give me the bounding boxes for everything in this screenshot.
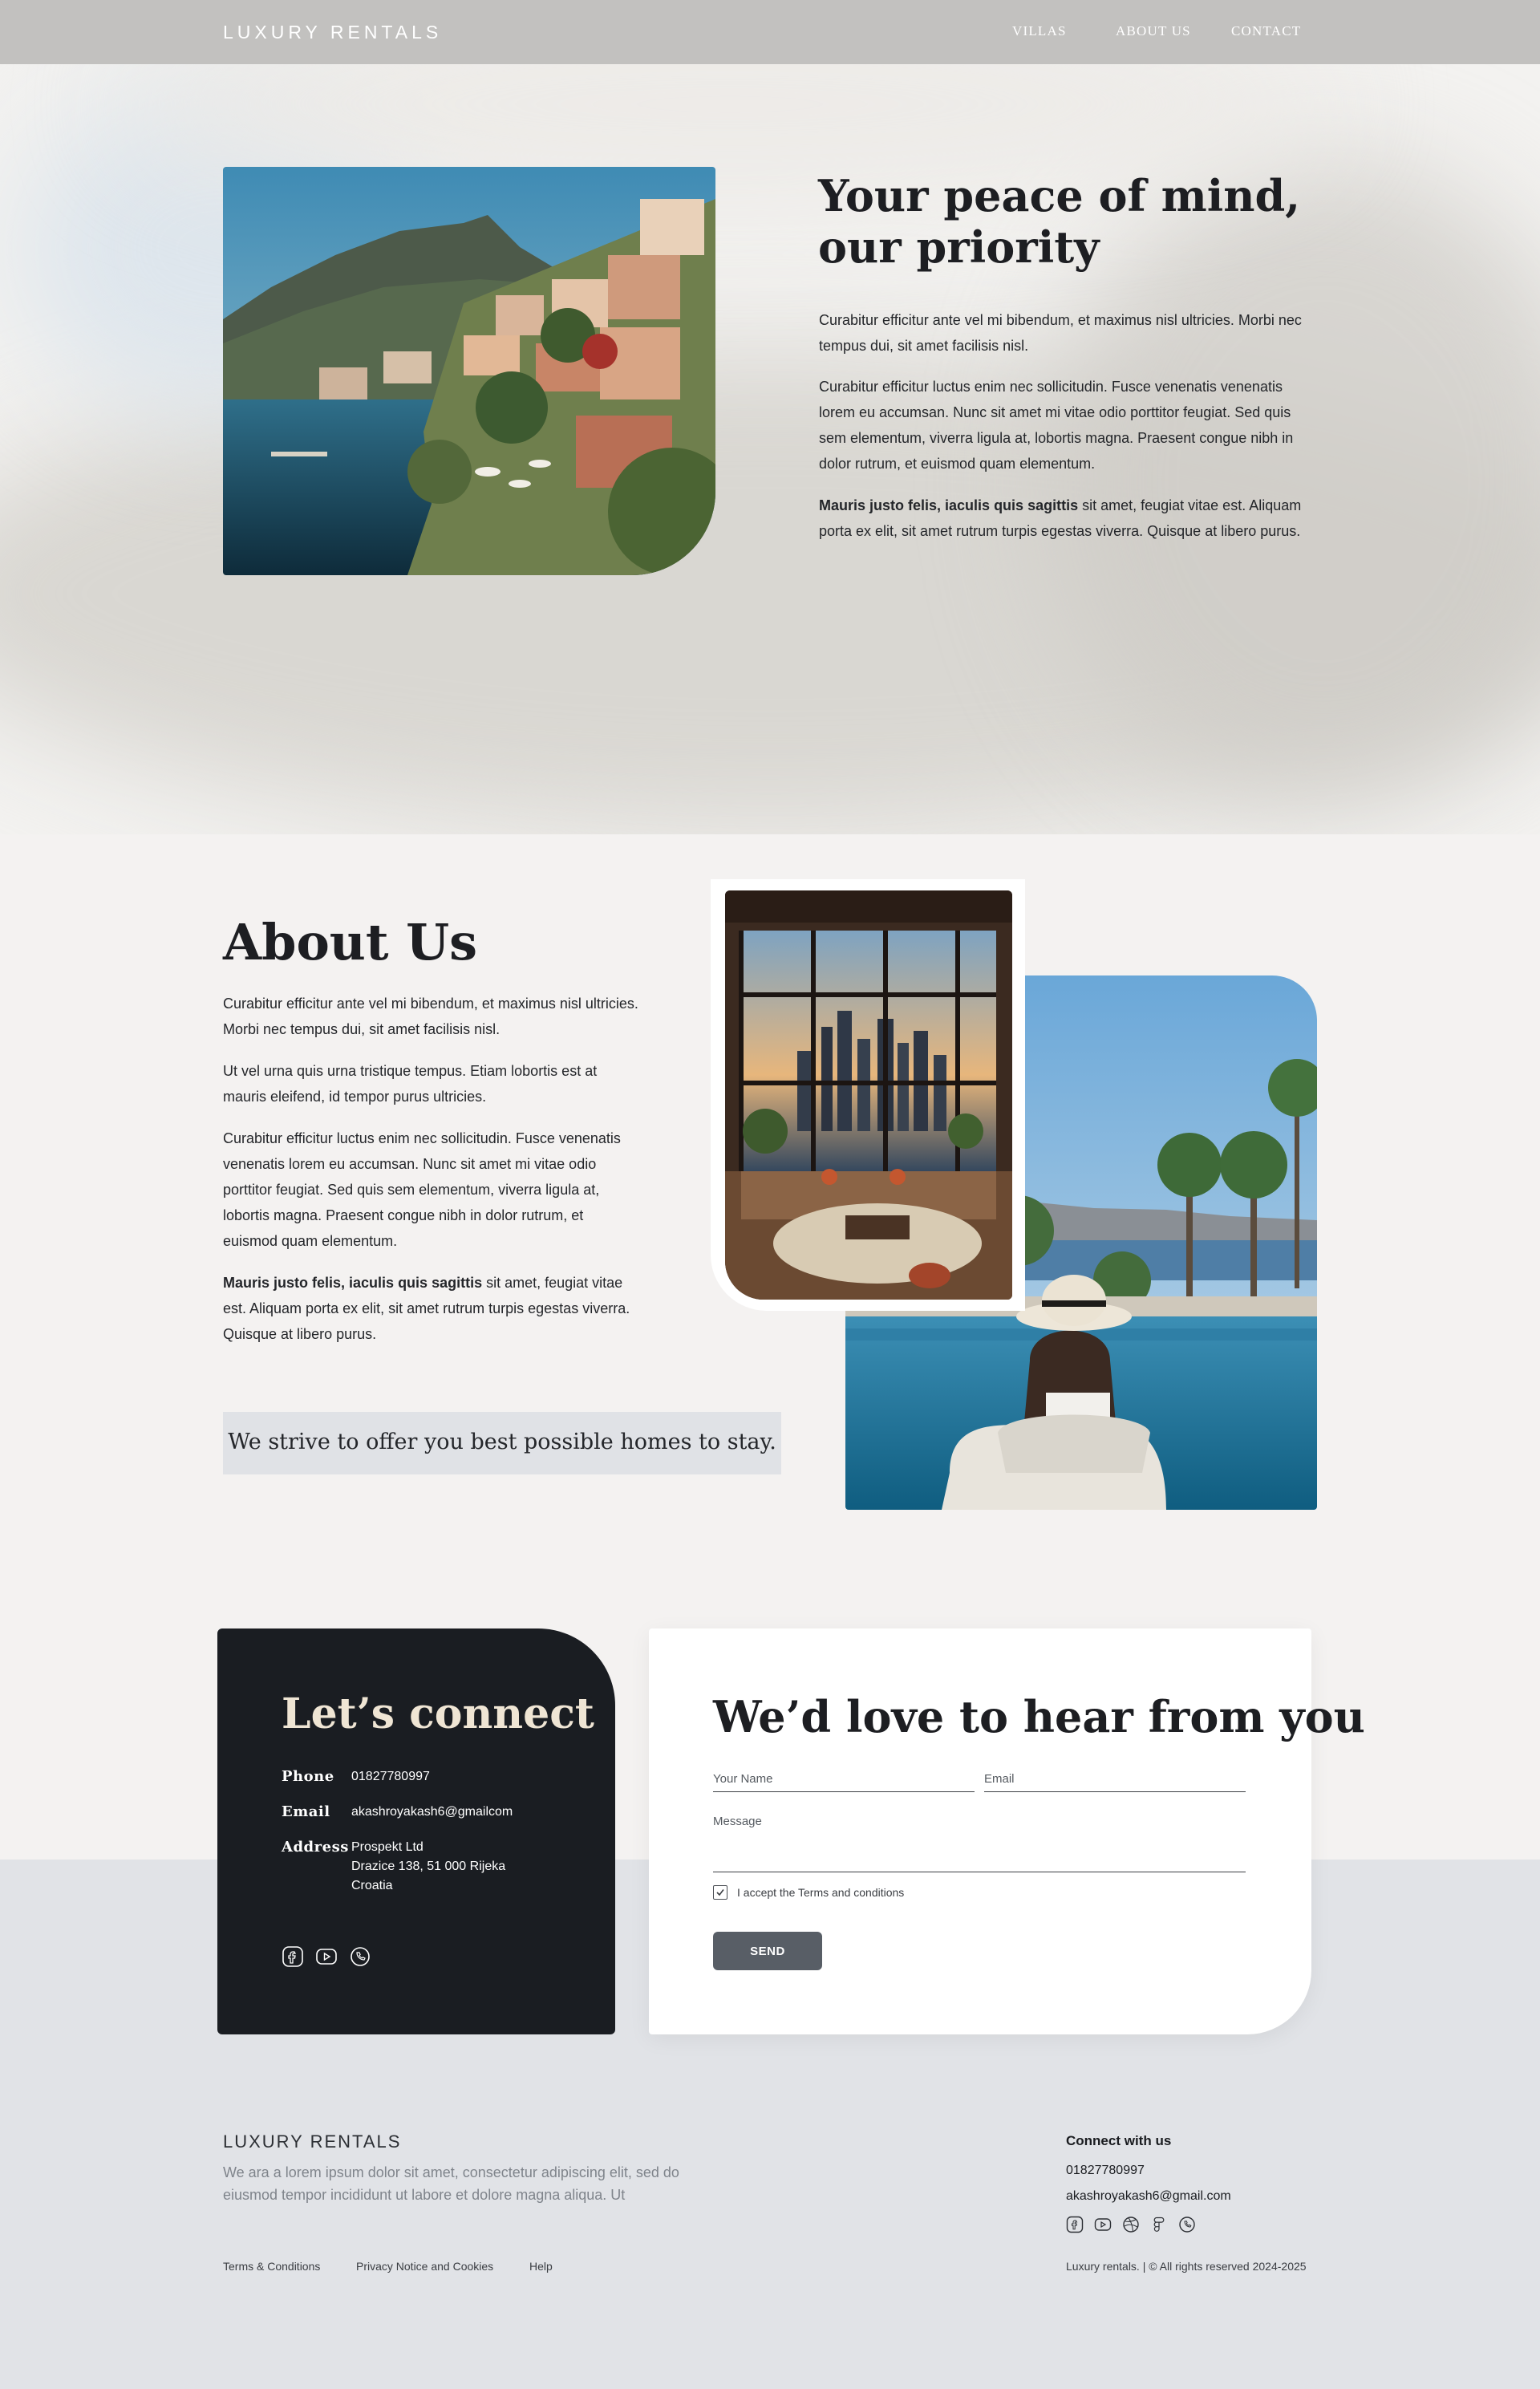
terms-checkbox[interactable] [713,1885,727,1900]
email-value[interactable]: akashroyakash6@gmailcom [351,1803,513,1822]
form-title: We’d love to hear from you [713,1691,1365,1742]
facebook-icon[interactable] [1066,2216,1084,2233]
about-paragraph-4: Mauris justo felis, iaculis quis sagitti… [223,1275,630,1342]
about-paragraph-1: Curabitur efficitur ante vel mi bibendum… [223,996,638,1037]
nav-about-us[interactable]: ABOUT US [1116,23,1191,39]
youtube-icon[interactable] [1094,2216,1112,2233]
send-button[interactable]: SEND [713,1932,822,1970]
whatsapp-icon[interactable] [1178,2216,1196,2233]
nav-contact[interactable]: CONTACT [1231,23,1301,39]
about-title: About Us [223,913,478,971]
name-input[interactable] [713,1766,975,1792]
footer-phone[interactable]: 01827780997 [1066,2164,1145,2178]
message-input[interactable] [713,1815,1246,1872]
terms-label: I accept the Terms and conditions [737,1886,905,1899]
hero-paragraph-1: Curabitur efficitur ante vel mi bibendum… [819,312,1302,354]
facebook-icon[interactable] [282,1945,304,1968]
address-value: Prospekt Ltd Drazice 138, 51 000 Rijeka … [351,1840,506,1892]
top-navbar: LUXURY RENTALS VILLAS ABOUT US CONTACT [0,0,1540,64]
footer-email[interactable]: akashroyakash6@gmail.com [1066,2189,1231,2204]
coastal-village-photo [223,167,715,575]
footer-link-terms[interactable]: Terms & Conditions [223,2260,320,2273]
phone-label: Phone [282,1768,334,1785]
footer-brand: LUXURY RENTALS [223,2131,402,2152]
footer-link-help[interactable]: Help [529,2260,553,2273]
youtube-icon[interactable] [315,1945,338,1968]
city-view-living-room-photo [725,890,1012,1300]
connect-title: Let’s connect [282,1689,594,1738]
dribbble-icon[interactable] [1122,2216,1140,2233]
figma-icon[interactable] [1150,2216,1168,2233]
whatsapp-icon[interactable] [349,1945,371,1968]
footer-copyright: Luxury rentals. | © All rights reserved … [1066,2260,1307,2273]
about-paragraph-2: Ut vel urna quis urna tristique tempus. … [223,1063,598,1105]
contact-form-card: We’d love to hear from you I accept the … [649,1628,1365,2034]
mission-quote-box: We strive to offer you best possible hom… [223,1412,781,1474]
hero-paragraph-2: Curabitur efficitur luctus enim nec soll… [819,379,1294,472]
footer-description: We ara a lorem ipsum dolor sit amet, con… [223,2164,679,2203]
email-label: Email [282,1803,330,1820]
phone-value[interactable]: 01827780997 [351,1767,430,1787]
footer-link-privacy[interactable]: Privacy Notice and Cookies [356,2260,493,2273]
nav-villas[interactable]: VILLAS [1012,23,1067,39]
hero-title: Your peace of mind, our priority [818,170,1301,273]
footer-connect-heading: Connect with us [1066,2133,1172,2148]
connect-info-card: Let’s connect Phone 01827780997 Email ak… [217,1628,615,2034]
email-input[interactable] [984,1766,1246,1792]
mission-quote: We strive to offer you best possible hom… [228,1430,776,1454]
about-paragraph-3: Curabitur efficitur luctus enim nec soll… [223,1130,621,1249]
hero-paragraph-3: Mauris justo felis, iaculis quis sagitti… [819,497,1302,539]
brand-logo[interactable]: LUXURY RENTALS [223,22,442,43]
address-label: Address [282,1839,349,1856]
